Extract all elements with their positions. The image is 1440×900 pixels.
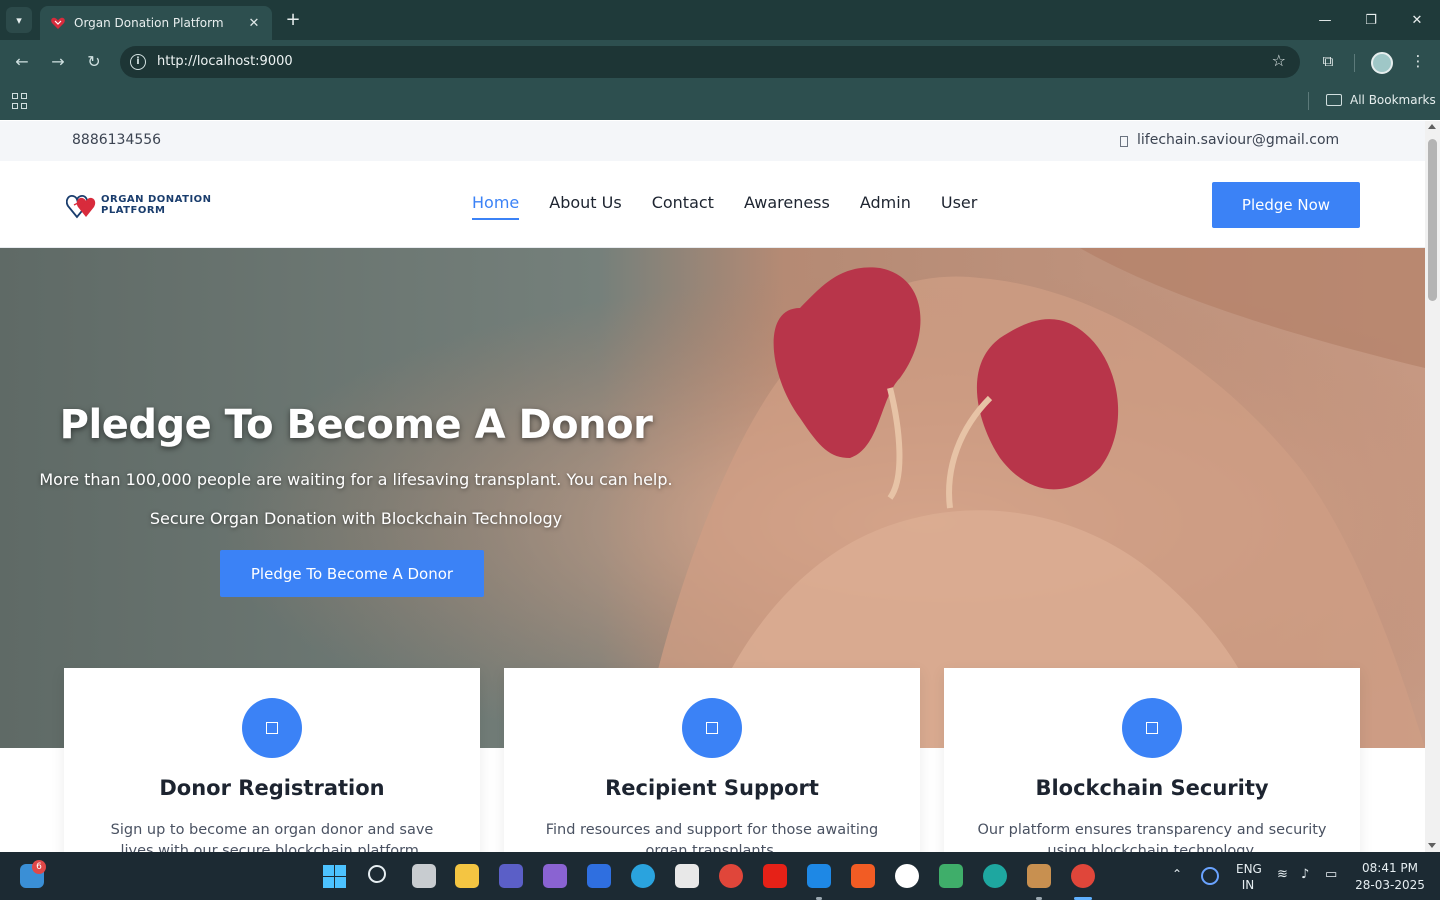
hero-subtitle-blockchain: Secure Organ Donation with Blockchain Te…	[149, 509, 563, 528]
hero-pledge-button[interactable]: Pledge To Become A Donor	[220, 550, 484, 597]
new-tab-button[interactable]: +	[282, 9, 304, 31]
nav-contact[interactable]: Contact	[652, 193, 714, 222]
language-indicator[interactable]: ENG IN	[1236, 861, 1262, 893]
url-text[interactable]: http://localhost:9000	[157, 54, 293, 69]
page-scrollbar[interactable]	[1425, 121, 1440, 852]
browser-toolbar: ← → ↻ i http://localhost:9000 ☆ ⧉ ⋮	[0, 40, 1440, 84]
search-icon[interactable]	[368, 865, 386, 883]
toolbar-divider	[1354, 54, 1355, 72]
tab-title: Organ Donation Platform	[74, 16, 224, 30]
kebab-menu-icon[interactable]: ⋮	[1408, 52, 1428, 70]
card-title: Donor Registration	[159, 776, 385, 800]
all-bookmarks-link[interactable]: All Bookmarks	[1350, 93, 1436, 107]
scroll-down-arrow-icon[interactable]	[1428, 843, 1436, 848]
store-icon[interactable]	[675, 864, 699, 888]
package-icon[interactable]	[1027, 864, 1051, 888]
card-title: Recipient Support	[605, 776, 819, 800]
folder-icon[interactable]	[1326, 94, 1342, 106]
dev-app-icon[interactable]	[939, 864, 963, 888]
hero-title: Pledge To Become A Donor	[59, 402, 653, 448]
chrome-icon[interactable]	[719, 864, 743, 888]
site-navbar: ORGAN DONATION PLATFORM Home About Us Co…	[0, 161, 1425, 248]
page-viewport: 8886134556 lifechain.saviour@gmail.com O…	[0, 121, 1425, 852]
nav-about-us[interactable]: About Us	[549, 193, 621, 222]
scroll-thumb[interactable]	[1428, 139, 1437, 301]
wifi-icon[interactable]: ≋	[1277, 867, 1288, 882]
bookmarks-divider	[1308, 92, 1309, 110]
nav-admin[interactable]: Admin	[860, 193, 911, 222]
blockchain-security-icon	[1122, 698, 1182, 758]
chrome-active-icon[interactable]	[1071, 864, 1095, 888]
restore-button[interactable]: ❐	[1348, 0, 1394, 40]
youtube-icon[interactable]	[763, 864, 787, 888]
back-arrow-icon[interactable]: ←	[10, 50, 34, 74]
feature-card-donor-registration: Donor Registration Sign up to become an …	[64, 668, 480, 852]
copilot-icon[interactable]	[543, 864, 567, 888]
feature-card-recipient-support: Recipient Support Find resources and sup…	[504, 668, 920, 852]
address-bar[interactable]: i http://localhost:9000 ☆	[120, 46, 1300, 78]
bookmarks-bar: All Bookmarks	[0, 84, 1440, 120]
tray-chevron-up-icon[interactable]: ⌃	[1172, 867, 1182, 881]
volume-icon[interactable]: ♪	[1301, 867, 1309, 882]
close-window-button[interactable]: ✕	[1394, 0, 1440, 40]
tab-close-icon[interactable]: ✕	[246, 16, 262, 31]
browser-tab[interactable]: Organ Donation Platform ✕	[40, 6, 272, 40]
mail-icon	[1120, 136, 1128, 147]
notification-badge: 6	[32, 860, 46, 874]
apps-grid-icon[interactable]	[12, 93, 28, 109]
logo-text[interactable]: ORGAN DONATION PLATFORM	[101, 194, 212, 216]
telegram-icon[interactable]	[631, 864, 655, 888]
clock[interactable]: 08:41 PM 28-03-2025	[1352, 860, 1428, 894]
reload-icon[interactable]: ↻	[82, 50, 106, 74]
brave-icon[interactable]	[851, 864, 875, 888]
battery-icon[interactable]: ▭	[1325, 867, 1337, 882]
browser-tab-bar: ▾ Organ Donation Platform ✕ + — ❐ ✕	[0, 0, 1440, 40]
pledge-now-button[interactable]: Pledge Now	[1212, 182, 1360, 228]
bookmark-star-icon[interactable]: ☆	[1272, 51, 1286, 70]
edge-icon[interactable]	[983, 864, 1007, 888]
teams-icon[interactable]	[499, 864, 523, 888]
contact-topbar: 8886134556 lifechain.saviour@gmail.com	[0, 121, 1425, 161]
tab-search-button[interactable]: ▾	[6, 7, 32, 33]
hero-subtitle-waiting: More than 100,000 people are waiting for…	[39, 470, 673, 489]
email-address: lifechain.saviour@gmail.com	[1137, 132, 1340, 148]
windows-start-icon[interactable]	[323, 865, 346, 888]
extensions-puzzle-icon[interactable]: ⧉	[1318, 52, 1338, 72]
profile-avatar-icon[interactable]	[1371, 52, 1393, 74]
nav-user[interactable]: User	[941, 193, 977, 222]
feature-card-blockchain-security: Blockchain Security Our platform ensures…	[944, 668, 1360, 852]
vscode-icon[interactable]	[807, 864, 831, 888]
minimize-button[interactable]: —	[1302, 0, 1348, 40]
forward-arrow-icon[interactable]: →	[46, 50, 70, 74]
main-menu: Home About Us Contact Awareness Admin Us…	[472, 193, 1007, 222]
nav-awareness[interactable]: Awareness	[744, 193, 830, 222]
tray-app-icon[interactable]	[1201, 867, 1219, 885]
heart-favicon-icon	[51, 17, 65, 29]
phone-number: 8886134556	[72, 132, 162, 148]
recipient-support-icon	[682, 698, 742, 758]
windows-taskbar: 6 ⌃ ENG IN ≋ ♪ ▭ 08:41 PM 28-03-2025	[0, 852, 1440, 900]
card-text: Find resources and support for those awa…	[545, 822, 879, 852]
donor-registration-icon	[242, 698, 302, 758]
nav-home[interactable]: Home	[472, 193, 520, 222]
scroll-up-arrow-icon[interactable]	[1428, 124, 1436, 129]
card-title: Blockchain Security	[1035, 776, 1269, 800]
site-info-icon[interactable]: i	[130, 54, 146, 70]
card-text: Sign up to become an organ donor and sav…	[110, 822, 434, 852]
card-text: Our platform ensures transparency and se…	[977, 822, 1327, 852]
task-view-icon[interactable]	[412, 864, 436, 888]
nxt-wave-icon[interactable]	[895, 864, 919, 888]
file-explorer-icon[interactable]	[455, 864, 479, 888]
docs-icon[interactable]	[587, 864, 611, 888]
hearts-logo-icon[interactable]	[66, 191, 98, 219]
